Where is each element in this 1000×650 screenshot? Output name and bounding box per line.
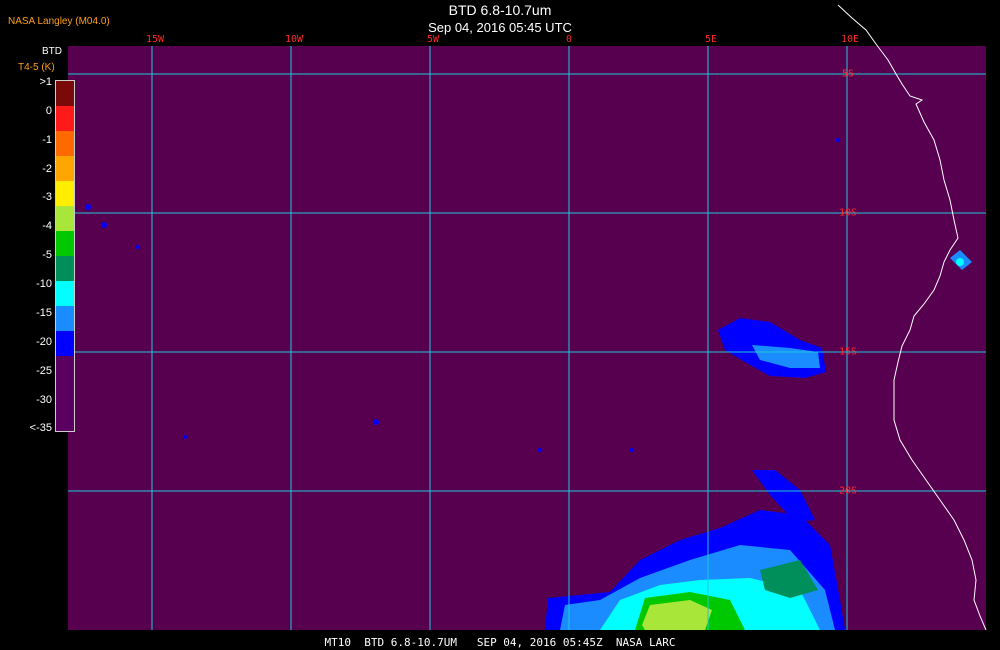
legend-swatch-6	[56, 231, 74, 256]
legend-label-1: 0	[45, 105, 52, 117]
legend-swatch-0	[56, 81, 74, 106]
legend-label-3: -2	[42, 163, 52, 175]
cloud-speck-7	[836, 138, 840, 142]
cloud-speck-3	[136, 245, 140, 249]
cloud-speck-8	[183, 435, 187, 439]
lon-label-10w: 10W	[284, 34, 304, 45]
legend-title: BTD	[42, 46, 62, 57]
legend-swatch-10	[56, 331, 74, 356]
footer-caption: MT10 BTD 6.8-10.7UM SEP 04, 2016 05:45Z …	[324, 636, 676, 649]
legend-swatch-11	[56, 356, 74, 431]
legend-swatch-5	[56, 206, 74, 231]
lat-label-10s: 10S	[838, 207, 858, 219]
legend-label-11: -30	[36, 394, 52, 406]
lon-label-0: 0	[565, 34, 573, 45]
lat-label-20s: 20S	[838, 485, 858, 497]
legend-label-4: -3	[42, 191, 52, 203]
cloud-inland-core	[956, 258, 964, 266]
legend-swatch-8	[56, 281, 74, 306]
legend-label-2: -1	[42, 134, 52, 146]
legend-swatch-2	[56, 131, 74, 156]
cloud-speck-5	[538, 448, 542, 452]
legend-label-12: <-35	[29, 422, 52, 434]
legend-label-8: -15	[36, 307, 52, 319]
legend-swatch-9	[56, 306, 74, 331]
legend-label-7: -10	[36, 278, 52, 290]
map-background	[68, 46, 986, 630]
lon-label-10e: 10E	[840, 34, 860, 45]
satellite-map	[68, 4, 987, 631]
legend-swatch-4	[56, 181, 74, 206]
cloud-speck-1	[85, 204, 91, 210]
lon-label-15w: 15W	[145, 34, 165, 45]
legend-label-0: >1	[39, 76, 52, 88]
lat-label-15s: 15S	[838, 346, 858, 358]
cloud-speck-4	[373, 419, 379, 425]
lat-label-5s: 5S	[841, 68, 855, 80]
lon-label-5e: 5E	[704, 34, 718, 45]
legend-swatch-7	[56, 256, 74, 281]
legend-swatch-1	[56, 106, 74, 131]
color-scale	[55, 80, 75, 432]
legend-label-10: -25	[36, 365, 52, 377]
lon-label-5w: 5W	[426, 34, 440, 45]
legend-label-9: -20	[36, 336, 52, 348]
cloud-speck-2	[101, 222, 107, 228]
cloud-speck-6	[630, 448, 634, 452]
legend-label-5: -4	[42, 220, 52, 232]
legend-label-6: -5	[42, 249, 52, 261]
legend-swatch-3	[56, 156, 74, 181]
legend-unit: T4-5 (K)	[18, 62, 55, 73]
